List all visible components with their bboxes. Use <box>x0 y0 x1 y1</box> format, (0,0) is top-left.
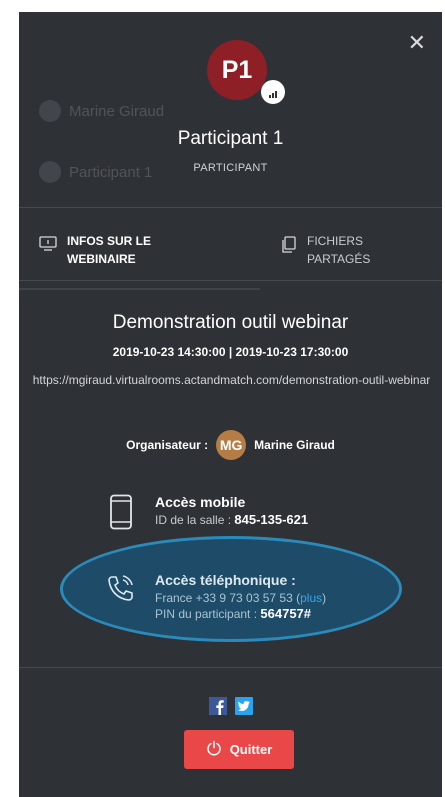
phone-ringing-icon <box>101 572 141 604</box>
avatar <box>39 100 61 122</box>
info-screen-icon <box>39 236 57 257</box>
organizer-avatar: MG <box>216 430 247 460</box>
organizer-label: Organisateur : <box>126 438 209 452</box>
phone-number-line: France +33 9 73 03 57 53 (plus) <box>155 591 327 605</box>
quit-button-label: Quitter <box>229 742 273 757</box>
organizer-row: Organisateur : MG Marine Giraud <box>19 430 442 460</box>
twitter-icon[interactable] <box>234 697 253 715</box>
participant-name: Participant 1 <box>177 128 284 149</box>
mobile-access-title: Accès mobile <box>155 494 246 510</box>
pin-label: PIN du participant : <box>155 607 258 621</box>
organizer-initials: MG <box>219 437 243 453</box>
divider <box>19 207 442 208</box>
participant-panel: Marine Giraud Participant 1 ✕ P1 Partici… <box>19 12 442 797</box>
organizer-name: Marine Giraud <box>254 438 335 452</box>
smartphone-icon <box>101 494 141 530</box>
mobile-access: Accès mobile ID de la salle : 845-135-62… <box>101 494 308 530</box>
background-row: Marine Giraud <box>39 99 164 123</box>
files-icon <box>281 236 297 259</box>
divider <box>19 280 442 281</box>
more-numbers-link[interactable]: plus <box>300 591 322 605</box>
social-share <box>19 697 442 715</box>
tab-webinar-info-label: INFOS SUR LE WEBINAIRE <box>67 234 152 266</box>
close-icon[interactable]: ✕ <box>408 32 426 54</box>
participant-avatar: P1 <box>207 40 267 100</box>
participant-role: PARTICIPANT <box>193 162 268 174</box>
background-row-label: Marine Giraud <box>69 102 165 120</box>
power-icon <box>206 740 222 759</box>
pin-value: 564757# <box>260 606 312 621</box>
room-id-label: ID de la salle : <box>155 513 232 527</box>
pin-line: PIN du participant : 564757# <box>155 606 326 622</box>
tab-shared-files[interactable]: FICHIERS PARTAGÉS <box>281 232 370 268</box>
webinar-title: Demonstration outil webinar <box>112 312 349 333</box>
divider <box>19 667 442 668</box>
tab-webinar-info[interactable]: INFOS SUR LE WEBINAIRE <box>39 232 151 268</box>
facebook-icon[interactable] <box>208 697 227 715</box>
phone-number: France +33 9 73 03 57 53 <box>155 591 293 605</box>
webinar-url[interactable]: https://mgiraud.virtualrooms.actandmatch… <box>24 373 439 388</box>
tab-shared-files-label: FICHIERS PARTAGÉS <box>307 234 371 266</box>
room-id-line: ID de la salle : 845-135-621 <box>155 512 308 528</box>
signal-bars-icon <box>261 80 285 104</box>
webinar-dates: 2019-10-23 14:30:00 | 2019-10-23 17:30:0… <box>112 345 349 359</box>
phone-access: Accès téléphonique : France +33 9 73 03 … <box>101 572 326 622</box>
quit-button[interactable]: Quitter <box>184 730 294 769</box>
room-id-value: 845-135-621 <box>234 512 309 527</box>
tab-active-indicator <box>19 288 260 290</box>
participant-initials: P1 <box>221 55 253 84</box>
phone-access-title: Accès téléphonique : <box>155 572 296 588</box>
